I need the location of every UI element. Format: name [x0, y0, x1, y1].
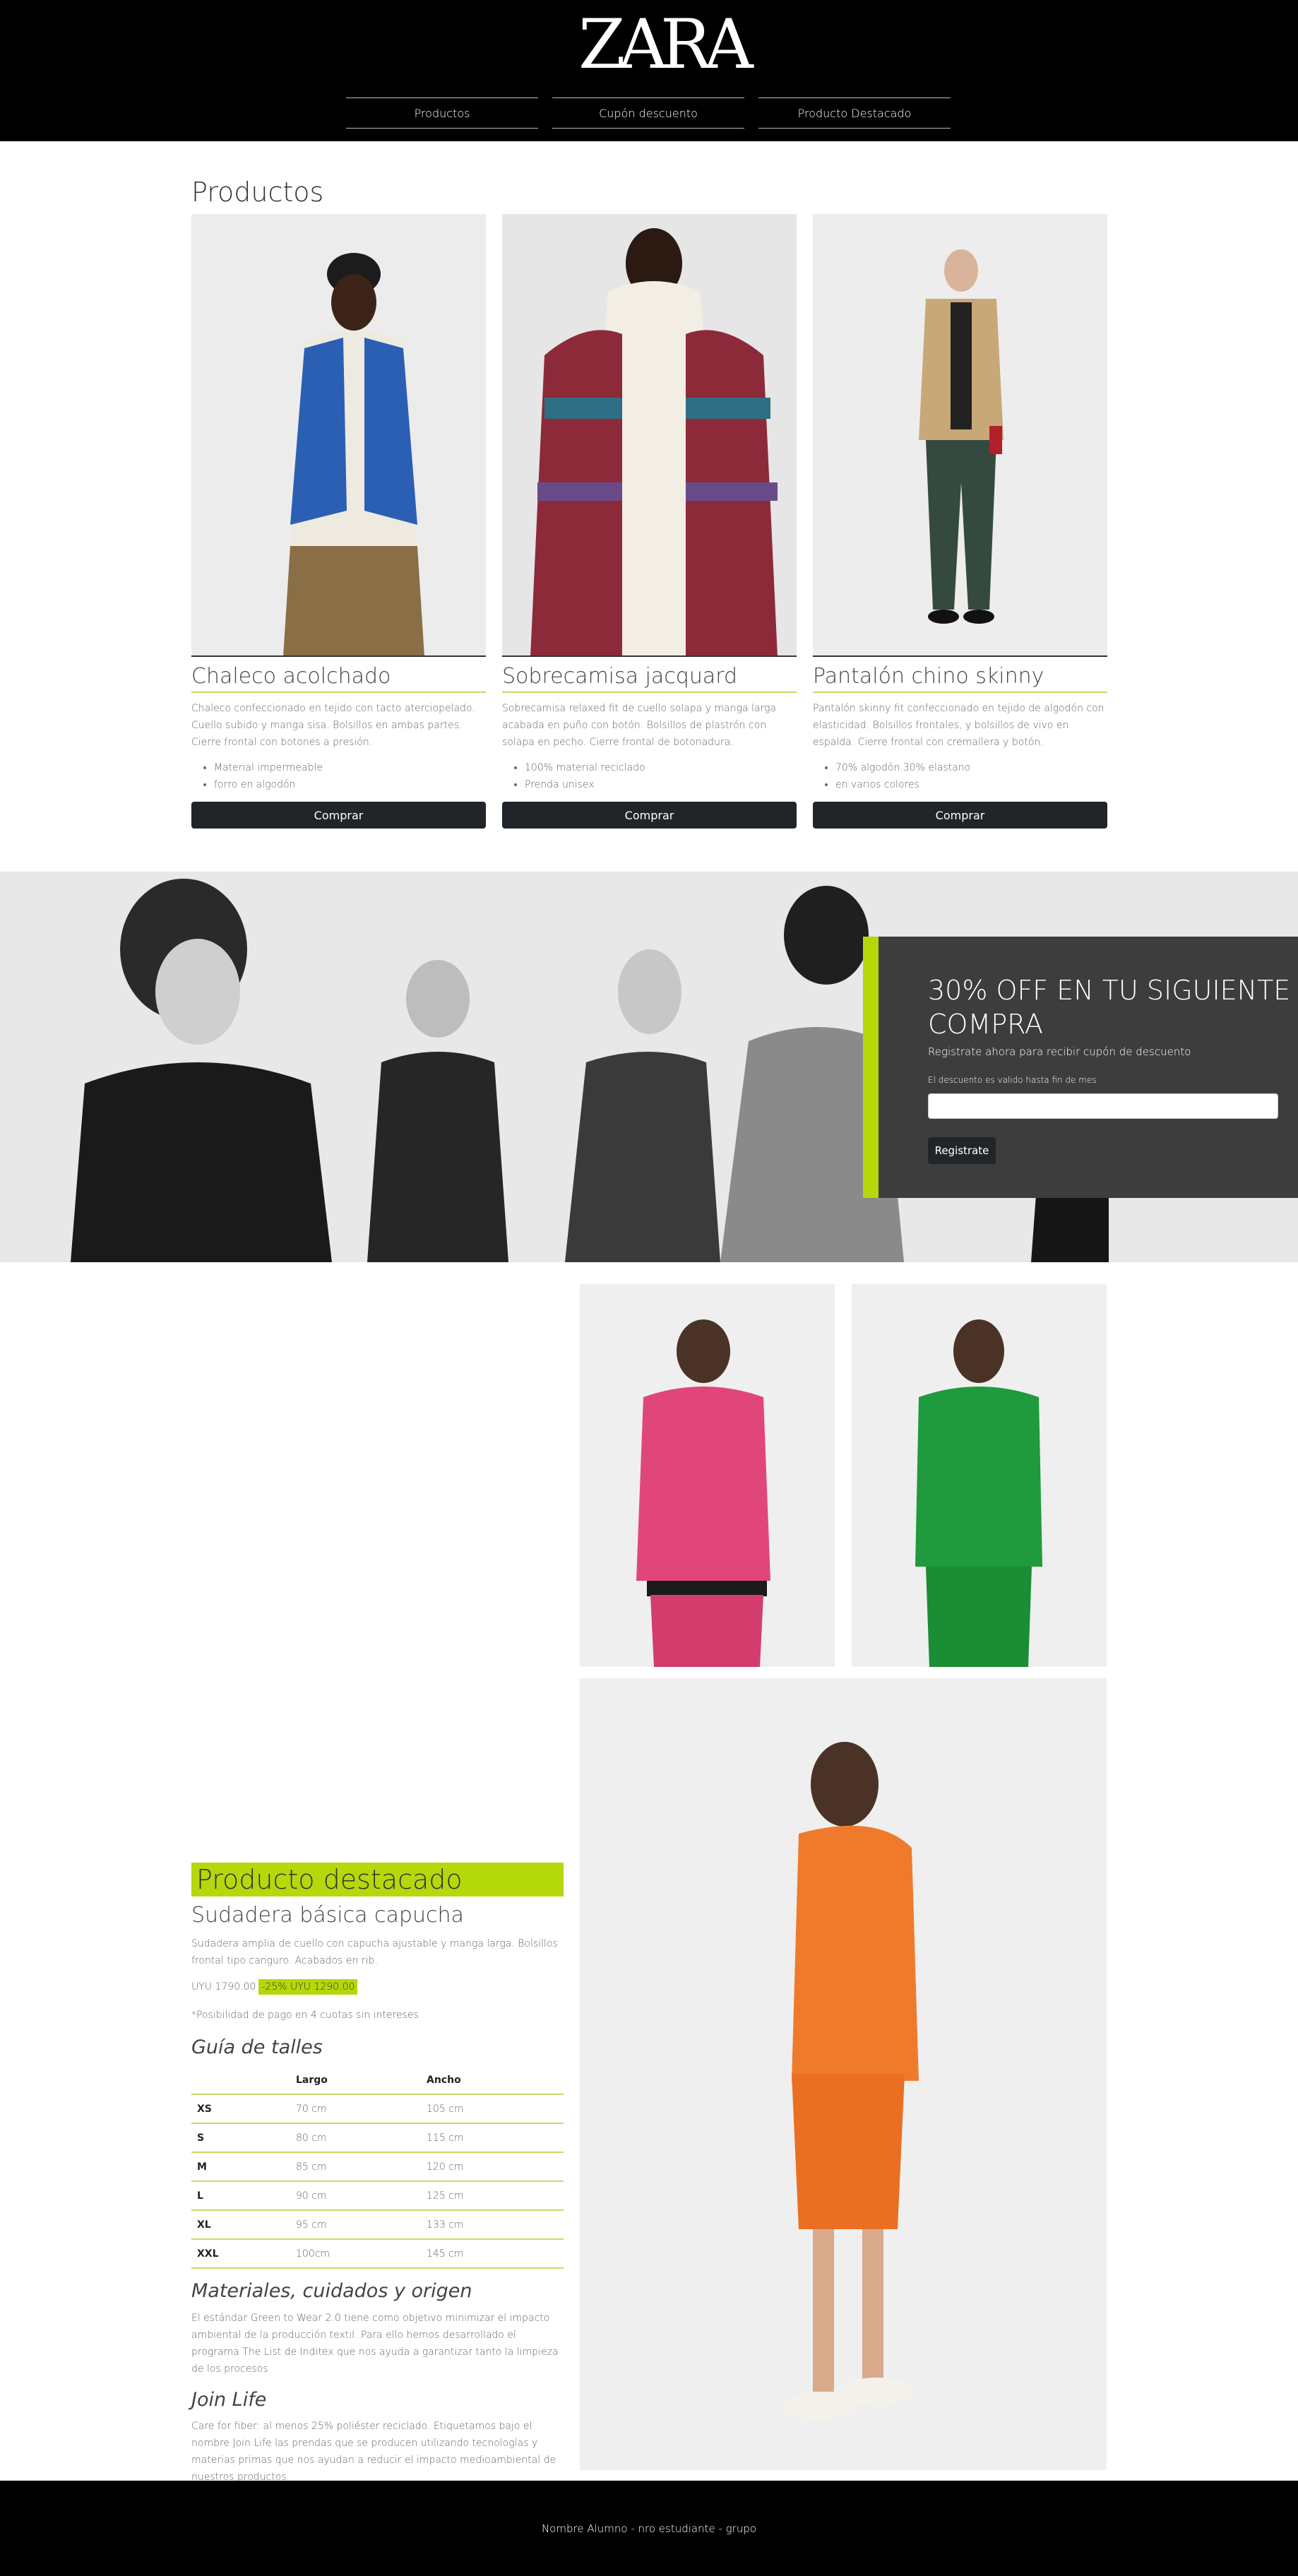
products-title: Productos — [191, 177, 324, 208]
product-name: Sobrecamisa jacquard — [502, 664, 797, 693]
table-row: L 90 cm 125 cm — [191, 2181, 564, 2211]
product-features: 70% algodón 30% elastano en varios color… — [835, 759, 1107, 793]
product-card: Pantalón chino skinny Pantalón skinny fi… — [813, 214, 1107, 829]
joinlife-text: Care for fiber: al menos 25% poliéster r… — [191, 2421, 556, 2483]
width-cell: 133 cm — [421, 2210, 564, 2240]
register-button[interactable]: Registrate — [928, 1137, 996, 1164]
product-image-vest — [191, 214, 486, 657]
table-row: XXL 100cm 145 cm — [191, 2239, 564, 2269]
table-row: M 85 cm 120 cm — [191, 2152, 564, 2182]
table-header-row: Largo Ancho — [191, 2066, 564, 2095]
width-cell: 120 cm — [421, 2152, 564, 2182]
main-nav: Productos Cupón descuento Producto Desta… — [346, 97, 951, 129]
email-input[interactable] — [928, 1093, 1278, 1119]
featured-section-title: Producto destacado — [191, 1863, 564, 1897]
price-old: UYU 1790.00 — [191, 1981, 256, 1993]
product-features: 100% material reciclado Prenda unisex — [525, 759, 797, 793]
promo-subtitle: Registrate ahora para recibir cupón de d… — [928, 1045, 1191, 1058]
size-cell: XXL — [191, 2239, 290, 2269]
promo-title: 30% OFF EN TU SIGUIENTE COMPRA — [928, 975, 1291, 1040]
featured-image-pink — [580, 1284, 835, 1667]
table-header: Ancho — [421, 2066, 564, 2095]
joinlife-title: Join Life — [191, 2389, 267, 2411]
width-cell: 125 cm — [421, 2181, 564, 2211]
product-features: Material impermeable forro en algodón — [214, 759, 486, 793]
table-row: XS 70 cm 105 cm — [191, 2094, 564, 2124]
product-description: Pantalón skinny fit confeccionado en tej… — [813, 703, 1105, 748]
promo-banner: 30% OFF EN TU SIGUIENTE COMPRA Registrat… — [0, 872, 1298, 1262]
materials-title: Materiales, cuidados y origen — [191, 2280, 472, 2302]
size-cell: L — [191, 2181, 290, 2211]
length-cell: 80 cm — [290, 2123, 421, 2153]
product-description: Sobrecamisa relaxed fit de cuello solapa… — [502, 703, 777, 748]
table-header — [191, 2066, 290, 2095]
feature-item: 100% material reciclado — [525, 759, 797, 776]
featured-product-name: Sudadera básica capucha — [191, 1903, 464, 1928]
product-name: Chaleco acolchado — [191, 664, 486, 693]
length-cell: 90 cm — [290, 2181, 421, 2211]
feature-item: Material impermeable — [214, 759, 486, 776]
product-image-overshirt — [502, 214, 797, 657]
length-cell: 95 cm — [290, 2210, 421, 2240]
size-cell: XS — [191, 2094, 290, 2124]
featured-image-green — [852, 1284, 1107, 1667]
size-cell: XL — [191, 2210, 290, 2240]
product-card: Sobrecamisa jacquard Sobrecamisa relaxed… — [502, 214, 797, 829]
feature-item: en varios colores — [835, 776, 1107, 793]
product-image-chino — [813, 214, 1107, 657]
promo-panel: 30% OFF EN TU SIGUIENTE COMPRA Registrat… — [863, 937, 1298, 1198]
length-cell: 70 cm — [290, 2094, 421, 2124]
product-name: Pantalón chino skinny — [813, 664, 1107, 693]
buy-button[interactable]: Comprar — [191, 802, 486, 829]
buy-button[interactable]: Comprar — [813, 802, 1107, 829]
promo-hint: El descuento es valido hasta fin de mes — [928, 1075, 1097, 1085]
product-description: Chaleco confeccionado en tejido con tact… — [191, 703, 475, 748]
buy-button[interactable]: Comprar — [502, 802, 797, 829]
price-discount-badge: -25% UYU 1290.00 — [258, 1979, 358, 1995]
size-table: Largo Ancho XS 70 cm 105 cm S 80 cm 115 … — [191, 2066, 564, 2269]
table-row: XL 95 cm 133 cm — [191, 2210, 564, 2240]
feature-item: Prenda unisex — [525, 776, 797, 793]
feature-item: 70% algodón 30% elastano — [835, 759, 1107, 776]
size-cell: M — [191, 2152, 290, 2182]
zara-logo[interactable]: ZARA — [578, 11, 754, 78]
site-header: ZARA Productos Cupón descuento Producto … — [0, 0, 1298, 141]
feature-item: forro en algodón — [214, 776, 486, 793]
size-guide-title: Guía de talles — [191, 2036, 323, 2058]
nav-item-destacado[interactable]: Producto Destacado — [758, 97, 951, 129]
featured-description: Sudadera amplia de cuello con capucha aj… — [191, 1938, 558, 1966]
width-cell: 115 cm — [421, 2123, 564, 2153]
product-card: Chaleco acolchado Chaleco confeccionado … — [191, 214, 486, 829]
size-cell: S — [191, 2123, 290, 2153]
price-row: UYU 1790.00 -25% UYU 1290.00 — [191, 1979, 358, 1995]
installments-note: *Posibilidad de pago en 4 cuotas sin int… — [191, 2010, 419, 2021]
nav-item-productos[interactable]: Productos — [346, 97, 538, 129]
table-row: S 80 cm 115 cm — [191, 2123, 564, 2153]
featured-image-orange — [580, 1678, 1107, 2470]
materials-text: El estándar Green to Wear 2.0 tiene como… — [191, 2313, 559, 2375]
length-cell: 100cm — [290, 2239, 421, 2269]
width-cell: 105 cm — [421, 2094, 564, 2124]
width-cell: 145 cm — [421, 2239, 564, 2269]
footer-text: Nombre Alumno - nro estudiante - grupo — [541, 2522, 757, 2535]
site-footer: Nombre Alumno - nro estudiante - grupo — [0, 2481, 1298, 2576]
nav-item-cupon[interactable]: Cupón descuento — [552, 97, 744, 129]
table-header: Largo — [290, 2066, 421, 2095]
length-cell: 85 cm — [290, 2152, 421, 2182]
